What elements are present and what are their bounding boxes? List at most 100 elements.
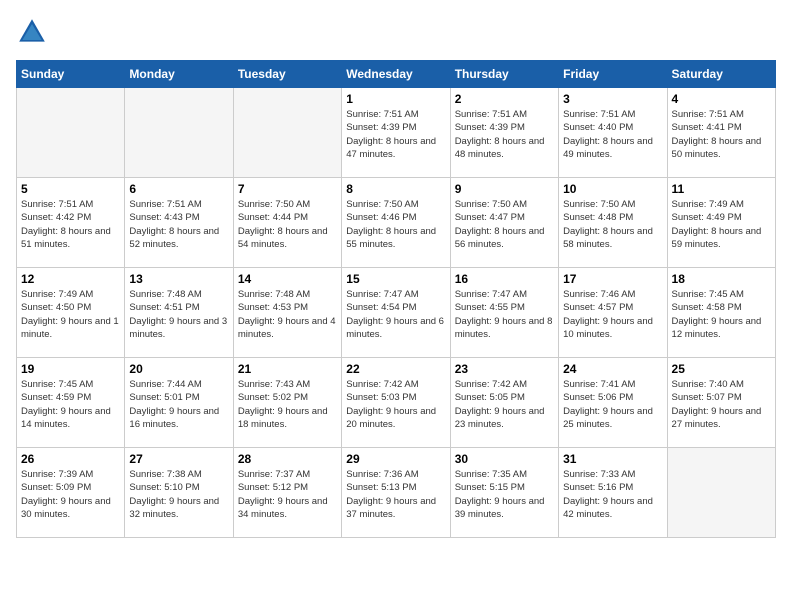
day-number: 7 [238,182,337,196]
day-info: Sunrise: 7:51 AM Sunset: 4:43 PM Dayligh… [129,198,228,251]
day-info: Sunrise: 7:51 AM Sunset: 4:40 PM Dayligh… [563,108,662,161]
header-wednesday: Wednesday [342,61,450,88]
day-number: 21 [238,362,337,376]
day-number: 9 [455,182,554,196]
day-info: Sunrise: 7:49 AM Sunset: 4:50 PM Dayligh… [21,288,120,341]
day-info: Sunrise: 7:39 AM Sunset: 5:09 PM Dayligh… [21,468,120,521]
day-number: 19 [21,362,120,376]
day-cell: 12 Sunrise: 7:49 AM Sunset: 4:50 PM Dayli… [17,268,125,358]
day-number: 12 [21,272,120,286]
day-cell: 13 Sunrise: 7:48 AM Sunset: 4:51 PM Dayli… [125,268,233,358]
day-cell: 7Sunrise: 7:50 AM Sunset: 4:44 PM Daylig… [233,178,341,268]
day-number: 25 [672,362,771,376]
day-cell: 11Sunrise: 7:49 AM Sunset: 4:49 PM Dayli… [667,178,775,268]
day-cell [233,88,341,178]
day-cell: 18 Sunrise: 7:45 AM Sunset: 4:58 PM Dayli… [667,268,775,358]
day-cell: 1 Sunrise: 7:51 AM Sunset: 4:39 PM Daylig… [342,88,450,178]
day-info: Sunrise: 7:47 AM Sunset: 4:54 PM Dayligh… [346,288,445,341]
day-info: Sunrise: 7:45 AM Sunset: 4:59 PM Dayligh… [21,378,120,431]
day-cell: 19 Sunrise: 7:45 AM Sunset: 4:59 PM Dayli… [17,358,125,448]
day-cell: 14 Sunrise: 7:48 AM Sunset: 4:53 PM Dayli… [233,268,341,358]
day-info: Sunrise: 7:48 AM Sunset: 4:53 PM Dayligh… [238,288,337,341]
day-info: Sunrise: 7:51 AM Sunset: 4:39 PM Dayligh… [346,108,445,161]
day-info: Sunrise: 7:41 AM Sunset: 5:06 PM Dayligh… [563,378,662,431]
logo-icon [16,16,48,48]
day-number: 28 [238,452,337,466]
day-cell [17,88,125,178]
calendar-table: SundayMondayTuesdayWednesdayThursdayFrid… [16,60,776,538]
day-cell: 31Sunrise: 7:33 AM Sunset: 5:16 PM Dayli… [559,448,667,538]
day-cell: 26 Sunrise: 7:39 AM Sunset: 5:09 PM Dayli… [17,448,125,538]
day-info: Sunrise: 7:35 AM Sunset: 5:15 PM Dayligh… [455,468,554,521]
header-saturday: Saturday [667,61,775,88]
week-row-4: 19 Sunrise: 7:45 AM Sunset: 4:59 PM Dayli… [17,358,776,448]
day-cell: 8 Sunrise: 7:50 AM Sunset: 4:46 PM Daylig… [342,178,450,268]
logo [16,16,52,48]
week-row-2: 5Sunrise: 7:51 AM Sunset: 4:42 PM Daylig… [17,178,776,268]
day-cell: 10 Sunrise: 7:50 AM Sunset: 4:48 PM Dayli… [559,178,667,268]
day-number: 13 [129,272,228,286]
day-cell: 23 Sunrise: 7:42 AM Sunset: 5:05 PM Dayli… [450,358,558,448]
day-info: Sunrise: 7:50 AM Sunset: 4:48 PM Dayligh… [563,198,662,251]
day-info: Sunrise: 7:38 AM Sunset: 5:10 PM Dayligh… [129,468,228,521]
day-number: 29 [346,452,445,466]
day-cell: 28 Sunrise: 7:37 AM Sunset: 5:12 PM Dayli… [233,448,341,538]
week-row-1: 1 Sunrise: 7:51 AM Sunset: 4:39 PM Daylig… [17,88,776,178]
day-cell: 22 Sunrise: 7:42 AM Sunset: 5:03 PM Dayli… [342,358,450,448]
day-number: 27 [129,452,228,466]
day-cell: 27 Sunrise: 7:38 AM Sunset: 5:10 PM Dayli… [125,448,233,538]
day-info: Sunrise: 7:36 AM Sunset: 5:13 PM Dayligh… [346,468,445,521]
day-number: 4 [672,92,771,106]
week-row-5: 26 Sunrise: 7:39 AM Sunset: 5:09 PM Dayli… [17,448,776,538]
day-number: 6 [129,182,228,196]
day-number: 18 [672,272,771,286]
day-number: 20 [129,362,228,376]
day-cell: 21 Sunrise: 7:43 AM Sunset: 5:02 PM Dayli… [233,358,341,448]
day-number: 23 [455,362,554,376]
day-info: Sunrise: 7:51 AM Sunset: 4:39 PM Dayligh… [455,108,554,161]
day-number: 22 [346,362,445,376]
day-number: 16 [455,272,554,286]
day-info: Sunrise: 7:50 AM Sunset: 4:47 PM Dayligh… [455,198,554,251]
header-friday: Friday [559,61,667,88]
day-number: 17 [563,272,662,286]
day-info: Sunrise: 7:50 AM Sunset: 4:46 PM Dayligh… [346,198,445,251]
day-info: Sunrise: 7:48 AM Sunset: 4:51 PM Dayligh… [129,288,228,341]
day-cell [125,88,233,178]
day-number: 31 [563,452,662,466]
header-monday: Monday [125,61,233,88]
day-number: 15 [346,272,445,286]
day-cell [667,448,775,538]
day-number: 30 [455,452,554,466]
day-info: Sunrise: 7:42 AM Sunset: 5:05 PM Dayligh… [455,378,554,431]
calendar-header-row: SundayMondayTuesdayWednesdayThursdayFrid… [17,61,776,88]
header-tuesday: Tuesday [233,61,341,88]
day-info: Sunrise: 7:51 AM Sunset: 4:41 PM Dayligh… [672,108,771,161]
day-number: 10 [563,182,662,196]
day-number: 14 [238,272,337,286]
day-info: Sunrise: 7:43 AM Sunset: 5:02 PM Dayligh… [238,378,337,431]
day-info: Sunrise: 7:46 AM Sunset: 4:57 PM Dayligh… [563,288,662,341]
day-cell: 24 Sunrise: 7:41 AM Sunset: 5:06 PM Dayli… [559,358,667,448]
day-info: Sunrise: 7:42 AM Sunset: 5:03 PM Dayligh… [346,378,445,431]
day-number: 24 [563,362,662,376]
day-cell: 15 Sunrise: 7:47 AM Sunset: 4:54 PM Dayli… [342,268,450,358]
day-number: 8 [346,182,445,196]
day-number: 26 [21,452,120,466]
week-row-3: 12 Sunrise: 7:49 AM Sunset: 4:50 PM Dayli… [17,268,776,358]
header-thursday: Thursday [450,61,558,88]
day-cell: 3 Sunrise: 7:51 AM Sunset: 4:40 PM Daylig… [559,88,667,178]
day-cell: 25Sunrise: 7:40 AM Sunset: 5:07 PM Dayli… [667,358,775,448]
day-cell: 2 Sunrise: 7:51 AM Sunset: 4:39 PM Daylig… [450,88,558,178]
day-cell: 9 Sunrise: 7:50 AM Sunset: 4:47 PM Daylig… [450,178,558,268]
day-cell: 20Sunrise: 7:44 AM Sunset: 5:01 PM Dayli… [125,358,233,448]
day-number: 2 [455,92,554,106]
day-info: Sunrise: 7:47 AM Sunset: 4:55 PM Dayligh… [455,288,554,341]
page-header [16,16,776,48]
day-info: Sunrise: 7:49 AM Sunset: 4:49 PM Dayligh… [672,198,771,251]
day-number: 3 [563,92,662,106]
day-number: 5 [21,182,120,196]
day-info: Sunrise: 7:45 AM Sunset: 4:58 PM Dayligh… [672,288,771,341]
day-number: 1 [346,92,445,106]
day-info: Sunrise: 7:37 AM Sunset: 5:12 PM Dayligh… [238,468,337,521]
